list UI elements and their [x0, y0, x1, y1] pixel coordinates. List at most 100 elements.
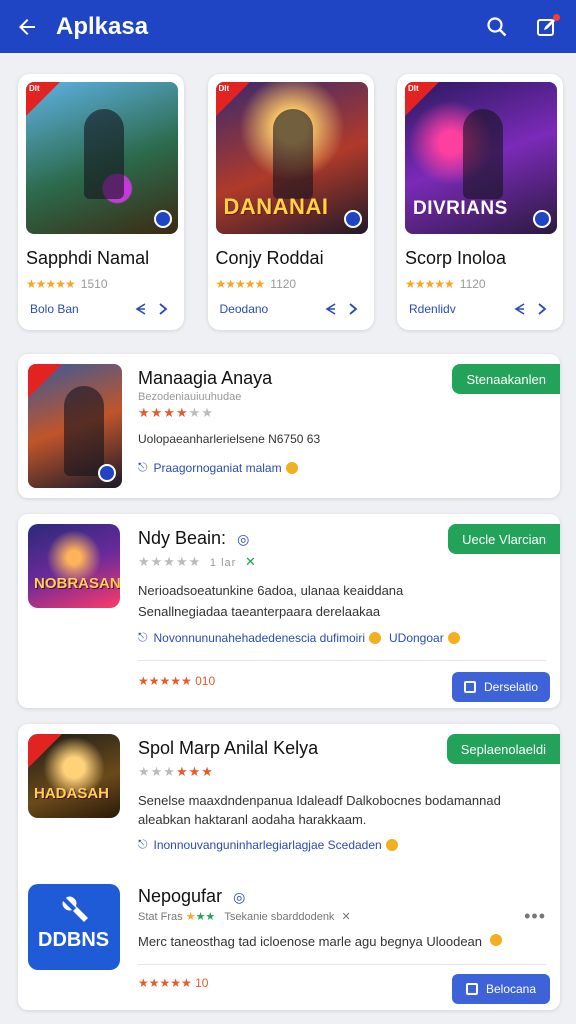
description-label: Merc taneosthag tad icloenose marle agu … [138, 934, 483, 949]
coin-icon [385, 838, 398, 851]
star-icon: ★ [185, 911, 196, 923]
game-logo: NOBRASAN [34, 575, 120, 592]
coin-icon [447, 631, 460, 644]
meta-label: Novonnununahehadedenescia dufimoiri [153, 630, 366, 645]
category-tag[interactable]: Seplaenolaeldi [446, 734, 560, 764]
chevron-right-icon[interactable] [154, 300, 172, 318]
search-button[interactable] [482, 12, 512, 42]
link-icon: ⎋ [138, 837, 148, 851]
item-meta[interactable]: ⎋ Inonnouvanguninharlegiarlagjae Scedade… [138, 837, 398, 852]
item-description: Senelse maaxdndenpanua Idaleadf Dalkoboc… [138, 793, 501, 808]
arrow-left-icon [19, 18, 35, 35]
share-icon[interactable] [511, 300, 529, 318]
item-title: Spol Marp Anilal Kelya [138, 738, 319, 758]
featured-name: Conjy Roddai [215, 248, 324, 268]
action-button[interactable]: Belocana [452, 974, 550, 1004]
chevron-right-icon[interactable] [344, 300, 362, 318]
bottom-rating: ★★★★★ 010 [138, 674, 216, 688]
featured-link[interactable]: Bolo Ban [30, 302, 128, 316]
back-button[interactable] [14, 14, 40, 40]
subtitle-label-2: Tsekanie sbarddodenk [224, 911, 335, 923]
close-icon: ✕ [341, 911, 351, 923]
character-figure [273, 109, 314, 200]
ribbon-badge [28, 364, 62, 398]
item-description: Merc taneosthag tad icloenose marle agu … [138, 934, 502, 949]
featured-rating: ★★★★★ 1120 [405, 277, 555, 291]
verified-icon [343, 210, 362, 228]
star-rating: ★★★★★★ [138, 405, 214, 420]
button-label: Derselatio [483, 680, 539, 694]
character-figure [462, 109, 503, 200]
star-rating-icon: ★★★★★ [405, 277, 455, 291]
meta-label: Praagornoganiat malam [153, 460, 282, 475]
verified-icon [154, 210, 172, 228]
star-rating: ★★★★★ 1 lar ✕ [138, 554, 257, 569]
ribbon-label: Dlt [408, 84, 419, 93]
star-rating: ★★★★★★ [138, 764, 214, 779]
featured-name: Sapphdi Namal [26, 248, 150, 268]
share-icon[interactable] [132, 300, 150, 318]
item-meta[interactable]: ⎋ Praagornoganiat malam [138, 460, 298, 475]
featured-thumbnail: Dlt DIVRIANS [405, 82, 557, 234]
link-icon: ⎋ [138, 460, 148, 474]
game-logo: DIVRIANS [413, 198, 508, 219]
list-item[interactable]: HADASAH Spol Marp Anilal Kelya ★★★★★★ Se… [18, 724, 560, 1010]
category-tag[interactable]: Uecle Vlarcian [448, 524, 560, 554]
featured-rating: ★★★★★ 1120 [216, 277, 366, 291]
card-footer: Deodano [220, 300, 362, 318]
subtitle-label: Stat Fras [138, 911, 183, 923]
title-label: Ndy Beain: [138, 528, 227, 548]
verified-icon [98, 464, 116, 482]
list-item[interactable]: Manaagia Anaya Bezodeniauiuuhudae ★★★★★★… [18, 354, 560, 498]
meta-label-2: UDongoar [389, 630, 444, 645]
item-description-2: aleabkan haktaranl aodaha harakkaam. [138, 812, 367, 827]
category-tag[interactable]: Stenaakanlen [452, 364, 560, 394]
featured-link[interactable]: Deodano [220, 302, 318, 316]
game-logo: HADASAH [34, 785, 109, 802]
page-title: Aplkasa [56, 12, 149, 40]
rating-text: 1 lar [209, 557, 237, 569]
featured-rating: ★★★★★ 1510 [26, 277, 176, 291]
featured-thumbnail: Dlt DANANAI [215, 82, 368, 234]
close-icon: ✕ [244, 554, 257, 569]
character-figure [63, 386, 104, 477]
more-options-icon[interactable]: ••• [524, 906, 546, 927]
featured-card[interactable]: Dlt Sapphdi Namal ★★★★★ 1510 Bolo Ban [18, 74, 184, 330]
character-figure [83, 109, 124, 200]
list-thumbnail: NOBRASAN [28, 524, 120, 608]
card-footer: Bolo Ban [30, 300, 172, 318]
item-meta[interactable]: ⎋ Novonnununahehadedenescia dufimoiri UD… [138, 630, 460, 645]
square-icon [463, 681, 476, 693]
star-rating-icon: ★★★★★ [26, 277, 76, 291]
edit-button[interactable] [532, 12, 562, 42]
list-item[interactable]: NOBRASAN Ndy Beain: ◎ ★★★★★ 1 lar ✕ Neri… [18, 514, 560, 708]
ribbon-badge: Dlt [26, 82, 60, 116]
list-thumbnail: HADASAH [28, 734, 120, 818]
verified-icon: ◎ [233, 889, 246, 905]
app-icon-thumbnail: DDBNS [28, 884, 120, 970]
divider [138, 964, 546, 965]
search-icon [487, 16, 507, 36]
title-label: Nepogufar [138, 886, 223, 906]
ribbon-label: Dlt [218, 84, 230, 93]
featured-card[interactable]: Dlt DIVRIANS Scorp Inoloa ★★★★★ 1120 Rden… [397, 74, 563, 330]
star-icon: ★★ [195, 911, 216, 923]
app-logo-text: DDBNS [38, 929, 110, 951]
share-icon[interactable] [322, 300, 340, 318]
meta-label: Inonnouvanguninharlegiarlagjae Scedaden [153, 837, 382, 852]
ribbon-label: Dlt [29, 84, 40, 93]
action-button[interactable]: Derselatio [452, 672, 550, 702]
chevron-right-icon[interactable] [533, 300, 551, 318]
link-icon: ⎋ [138, 630, 148, 644]
card-footer: Rdenlidv [409, 300, 551, 318]
featured-card[interactable]: Dlt DANANAI Conjy Roddai ★★★★★ 1120 Deoda… [207, 74, 374, 330]
coin-icon [369, 631, 381, 644]
item-description: Uolopaeanharlerielsene N6750 63 [138, 432, 321, 446]
list-thumbnail [28, 364, 122, 488]
verified-icon [533, 210, 551, 228]
featured-row: Dlt Sapphdi Namal ★★★★★ 1510 Bolo Ban Dlt… [18, 74, 563, 330]
rating-count: 1510 [80, 277, 108, 291]
app-bar: Aplkasa [0, 0, 576, 53]
divider [138, 660, 546, 661]
featured-link[interactable]: Rdenlidv [409, 302, 507, 316]
